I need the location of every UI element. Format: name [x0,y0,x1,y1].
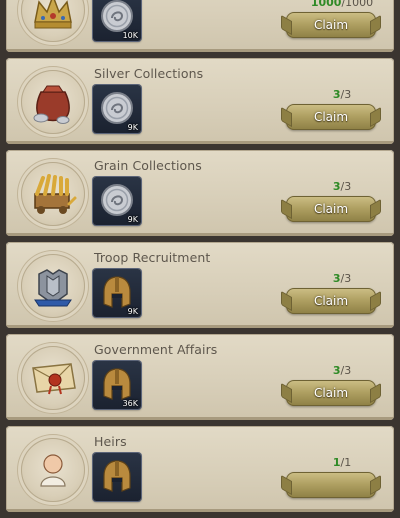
task-card: Grain Collections 9K 3/3 Claim [6,150,394,236]
reward-count: 9K [127,123,138,132]
grain-cart-icon [21,162,85,226]
reward-item[interactable]: 10K [93,0,141,41]
task-card: 10K 1000/1000 Claim [6,0,394,52]
reward-item[interactable]: 9K [93,85,141,133]
silver-coin-icon [101,0,133,32]
progress-total: 1 [344,456,352,469]
claim-button[interactable] [286,472,376,498]
reward-count: 9K [127,307,138,316]
reward-item[interactable]: 36K [93,361,141,409]
silver-coin-icon [101,184,133,216]
progress-current: 1 [332,456,341,469]
silver-coin-icon [101,92,133,124]
progress-current: 3 [332,180,341,193]
claim-button-label: Claim [313,386,349,400]
progress-total: 1000 [345,0,374,9]
claim-button[interactable]: Claim [286,104,376,130]
task-title: Heirs [94,434,127,449]
task-list[interactable]: 10K 1000/1000 Claim Silver Collections 9… [0,0,400,518]
claim-button-label: Claim [313,294,349,308]
reward-item[interactable]: 9K [93,177,141,225]
claim-button[interactable]: Claim [286,380,376,406]
task-progress: 3/3 [333,364,351,377]
task-card: Silver Collections 9K 3/3 Claim [6,58,394,144]
task-progress: 3/3 [333,88,351,101]
reward-item[interactable] [93,453,141,501]
claim-button-label: Claim [313,18,349,32]
task-card: Heirs 1/1 [6,426,394,512]
task-progress: 3/3 [333,272,351,285]
spartan-helmet-icon [103,460,131,492]
claim-button[interactable]: Claim [286,196,376,222]
claim-button-label: Claim [313,202,349,216]
task-title: Silver Collections [94,66,204,81]
task-progress: 1000/1000 [311,0,373,9]
task-card: Government Affairs 36K 3/3 Claim [6,334,394,420]
armor-icon [21,254,85,318]
sealed-letter-icon [21,346,85,410]
claim-button[interactable]: Claim [286,12,376,38]
reward-count: 10K [122,31,138,40]
progress-total: 3 [344,364,352,377]
baby-icon [21,438,85,502]
task-title: Government Affairs [94,342,218,357]
task-card: Troop Recruitment 9K 3/3 Claim [6,242,394,328]
task-progress: 3/3 [333,180,351,193]
crown-icon [21,0,85,42]
task-title: Troop Recruitment [94,250,211,265]
task-title: Grain Collections [94,158,202,173]
progress-current: 1000 [310,0,342,9]
reward-item[interactable]: 9K [93,269,141,317]
spartan-helmet-icon [103,276,131,308]
claim-button-label: Claim [313,110,349,124]
progress-current: 3 [332,272,341,285]
silver-sack-icon [21,70,85,134]
progress-current: 3 [332,88,341,101]
progress-current: 3 [332,364,341,377]
reward-count: 9K [127,215,138,224]
progress-total: 3 [344,88,352,101]
spartan-helmet-icon [103,368,131,400]
task-progress: 1/1 [333,456,351,469]
progress-total: 3 [344,180,352,193]
claim-button[interactable]: Claim [286,288,376,314]
reward-count: 36K [122,399,138,408]
progress-total: 3 [344,272,352,285]
